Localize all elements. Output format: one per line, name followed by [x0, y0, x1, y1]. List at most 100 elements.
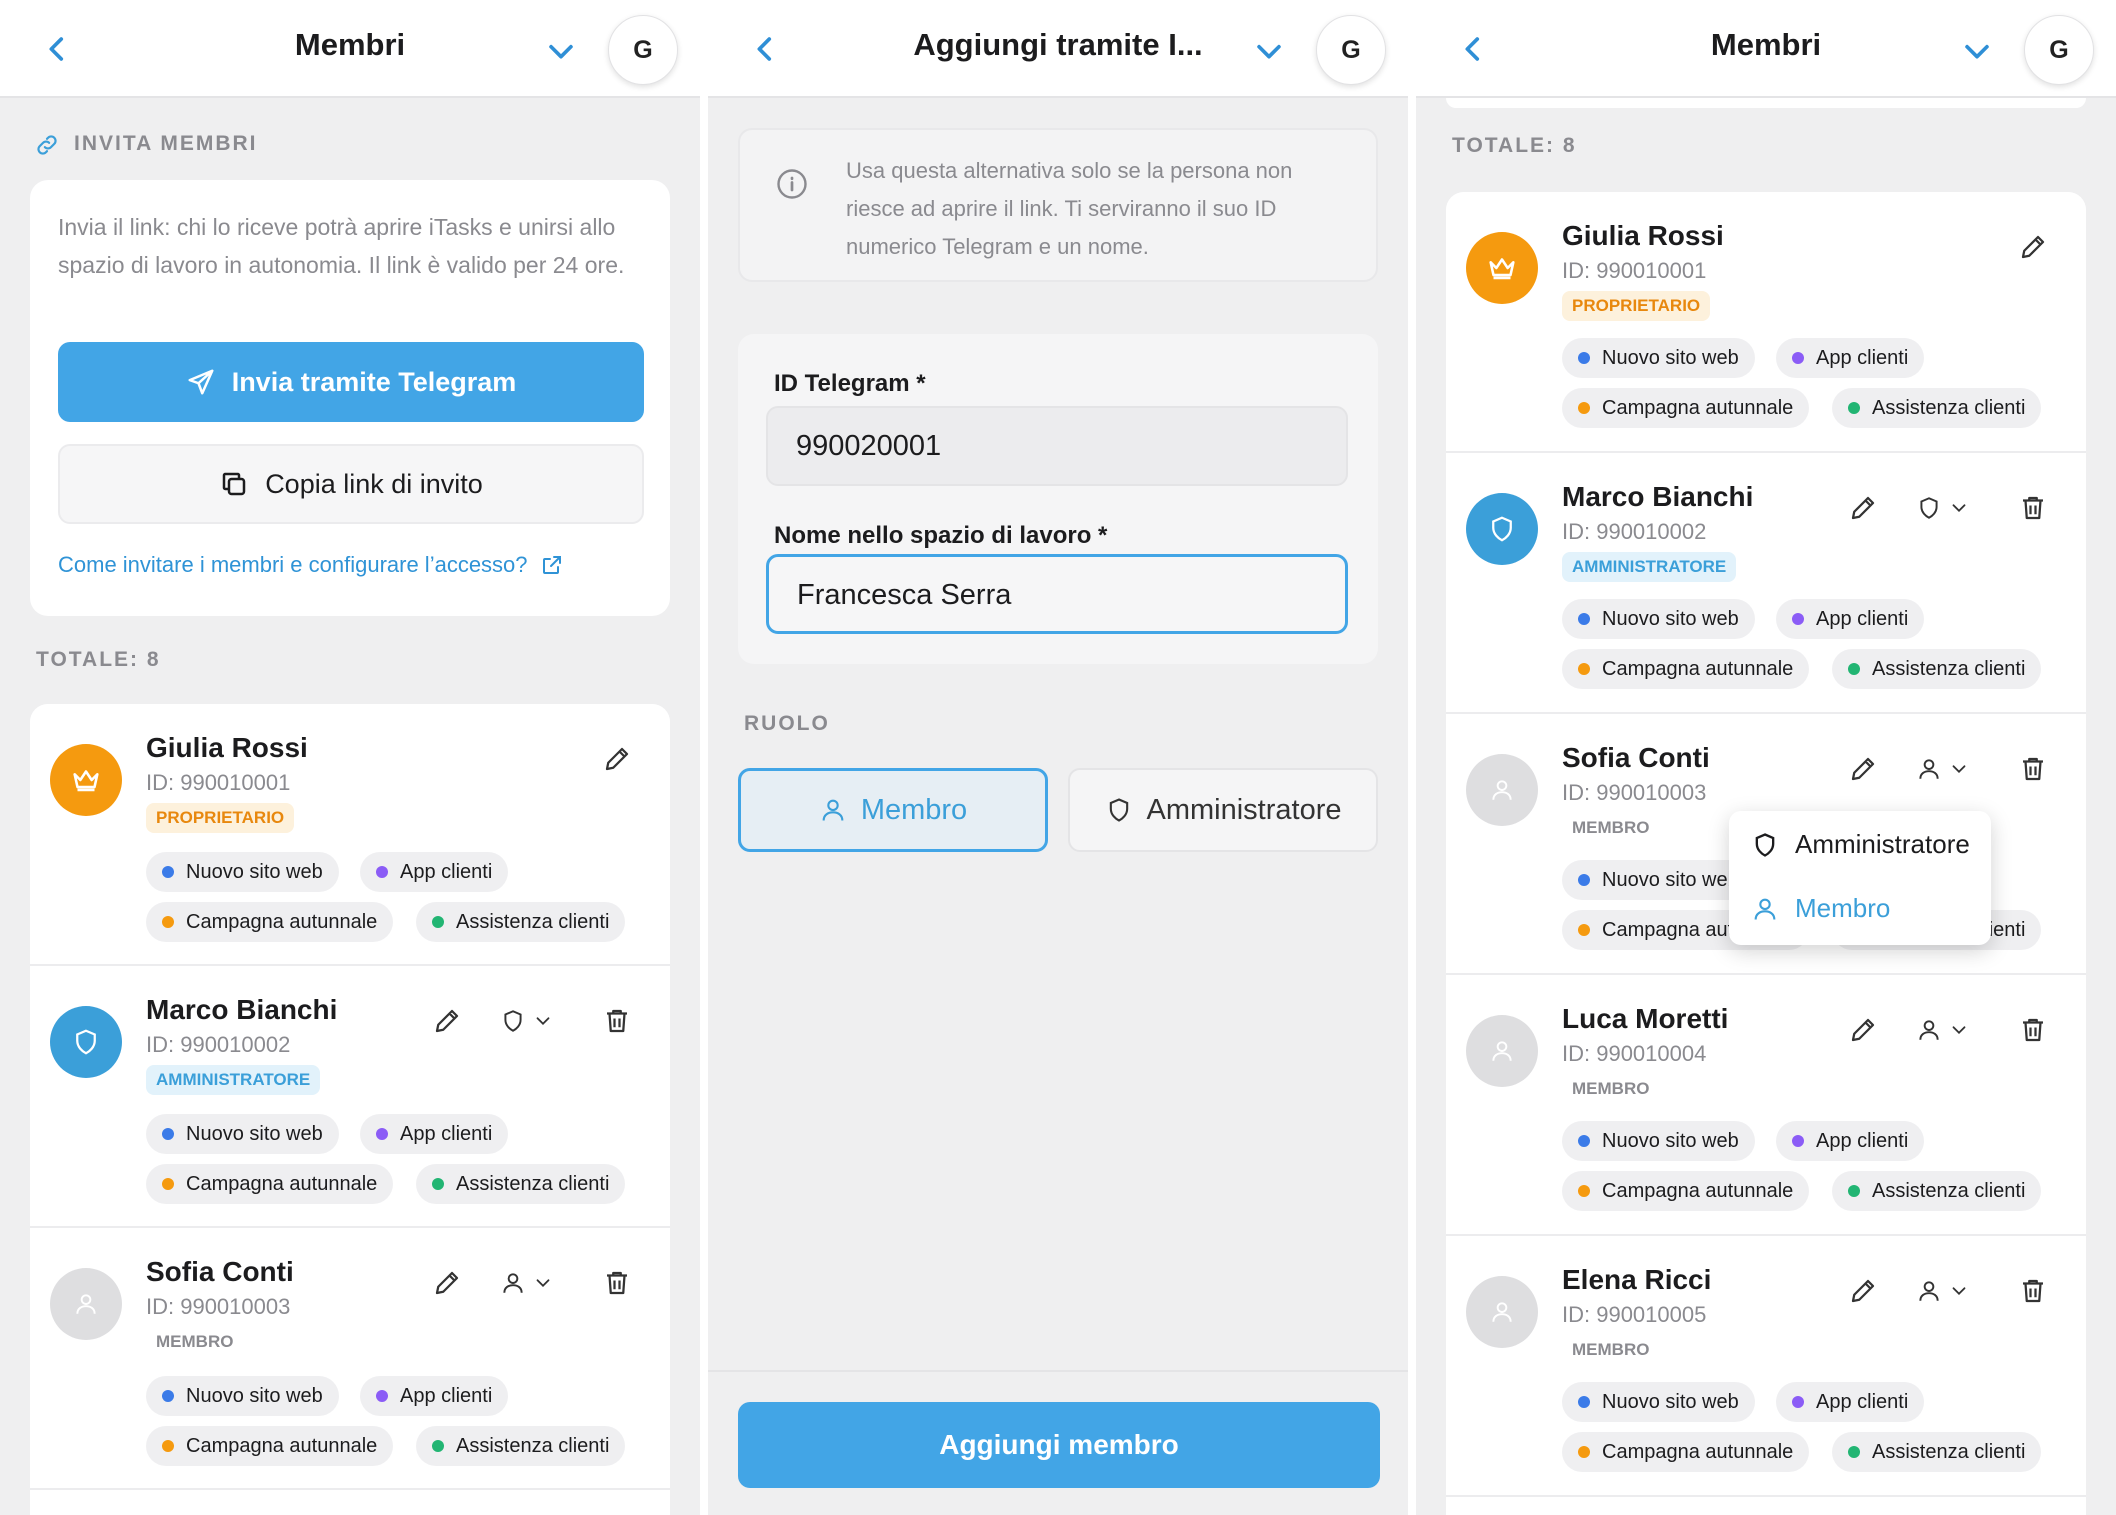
send-telegram-button[interactable]: Invia tramite Telegram: [58, 342, 644, 422]
project-name: App clienti: [400, 1123, 493, 1145]
chevron-down-icon[interactable]: [544, 34, 578, 68]
page-title: Membri: [1710, 27, 1822, 62]
dropdown-item-member-label: Membro: [1795, 893, 1891, 923]
invite-description: Invia il link: chi lo riceve potrà aprir…: [58, 214, 625, 278]
project-name: App clienti: [400, 861, 493, 883]
edit-button[interactable]: [1848, 493, 1878, 523]
project-name: App clienti: [1816, 1391, 1909, 1413]
role-selector[interactable]: [1916, 1017, 1970, 1043]
delete-button[interactable]: [2018, 493, 2048, 523]
copy-invite-link-label: Copia link di invito: [265, 468, 483, 499]
shield-icon: [1755, 832, 1775, 857]
pencil-icon: [605, 747, 629, 771]
user-icon: [1919, 1281, 1939, 1301]
link-icon: [37, 135, 57, 155]
pencil-icon: [435, 1009, 459, 1033]
project-name: App clienti: [1816, 347, 1909, 369]
edit-button[interactable]: [1848, 754, 1878, 784]
role-section-label: RUOLO: [744, 712, 830, 735]
edit-button[interactable]: [432, 1006, 462, 1036]
dropdown-item-admin[interactable]: Amministratore: [1751, 829, 1970, 860]
role-member-option[interactable]: Membro: [738, 768, 1048, 852]
trash-icon: [2023, 1018, 2043, 1042]
edit-button[interactable]: [1848, 1015, 1878, 1045]
pencil-icon: [1851, 757, 1875, 781]
delete-button[interactable]: [2018, 1276, 2048, 1306]
member-id: ID: 990010003: [146, 1294, 291, 1319]
copy-icon: [222, 472, 246, 496]
user-avatar[interactable]: G: [608, 15, 678, 85]
edit-button[interactable]: [1848, 1276, 1878, 1306]
member-id: ID: 990010002: [1562, 519, 1707, 544]
role-badge: MEMBRO: [1572, 818, 1650, 837]
role-selector[interactable]: [1916, 495, 1970, 521]
project-chip: Assistenza clienti: [1832, 1432, 2042, 1472]
project-chip: Nuovo sito web: [1562, 1382, 1755, 1422]
role-admin-option[interactable]: Amministratore: [1068, 768, 1378, 852]
add-member-screen: Aggiungi tramite I... G Usa questa alter…: [708, 0, 1408, 1515]
help-link[interactable]: Come invitare i membri e configurare l’a…: [58, 552, 564, 578]
project-chip: Campagna autunnale: [146, 1426, 394, 1466]
role-badge: PROPRIETARIO: [1562, 291, 1711, 321]
delete-button[interactable]: [602, 1268, 632, 1298]
delete-button[interactable]: [2018, 1015, 2048, 1045]
trash-icon: [2023, 1279, 2043, 1303]
user-avatar[interactable]: G: [1316, 15, 1386, 85]
project-chip: App clienti: [1776, 599, 1925, 639]
user-avatar[interactable]: G: [2024, 15, 2094, 85]
edit-button[interactable]: [432, 1268, 462, 1298]
trash-icon: [2023, 496, 2043, 520]
project-chip: Campagna autunnale: [1562, 649, 1810, 689]
chevron-down-icon[interactable]: [1960, 34, 1994, 68]
user-icon: [1754, 898, 1776, 920]
project-name: Nuovo sito web: [186, 861, 323, 883]
workspace-name-field[interactable]: Francesca Serra: [766, 554, 1348, 634]
member-row: Elena Ricci ID: 990010005 MEMBRO Nuovo s…: [1446, 1236, 2086, 1497]
project-name: Campagna autunnale: [1602, 1441, 1794, 1463]
chevron-left-icon[interactable]: [40, 32, 74, 66]
role-selector[interactable]: [1916, 1278, 1970, 1304]
shield-icon: [76, 1029, 96, 1055]
crown-icon: [73, 770, 99, 792]
page-title: Membri: [294, 27, 406, 62]
member-name: Elena Ricci: [1562, 1264, 1712, 1295]
project-name: Nuovo sito web: [1602, 1130, 1739, 1152]
shield-icon: [1920, 497, 1938, 519]
chevron-down-icon[interactable]: [1252, 34, 1286, 68]
project-chip: App clienti: [360, 1114, 509, 1154]
project-name: Nuovo sito web: [1602, 608, 1739, 630]
member-name: Luca Moretti: [1562, 1003, 1729, 1034]
project-chip: Assistenza clienti: [416, 902, 626, 942]
chevron-left-icon[interactable]: [748, 32, 782, 66]
delete-button[interactable]: [2018, 754, 2048, 784]
project-chip: Campagna autunnale: [1562, 1171, 1810, 1211]
copy-invite-link-button[interactable]: Copia link di invito: [58, 444, 644, 524]
bottom-bar: Aggiungi membro: [708, 1370, 1408, 1515]
role-selector[interactable]: [1916, 756, 1970, 782]
edit-button[interactable]: [602, 744, 632, 774]
role-admin-label: Amministratore: [1146, 793, 1342, 826]
add-member-form: ID Telegram * 990020001 Nome nello spazi…: [738, 334, 1378, 664]
admin-avatar: [1466, 493, 1538, 565]
project-name: Assistenza clienti: [1872, 1180, 2026, 1202]
role-selector[interactable]: [500, 1270, 554, 1296]
project-chip: App clienti: [1776, 1382, 1925, 1422]
project-chip: Nuovo sito web: [1562, 599, 1755, 639]
info-box: Usa questa alternativa solo se la person…: [738, 128, 1378, 282]
delete-button[interactable]: [602, 1006, 632, 1036]
member-row: Luca Moretti ID: 990010004 MEMBRO Nuovo …: [1446, 975, 2086, 1236]
role-badge: AMMINISTRATORE: [146, 1065, 321, 1095]
project-chip: App clienti: [1776, 338, 1925, 378]
telegram-id-field[interactable]: 990020001: [766, 406, 1348, 486]
role-selector[interactable]: [500, 1008, 554, 1034]
crown-icon: [1489, 258, 1515, 280]
project-chip: App clienti: [360, 1376, 509, 1416]
dropdown-item-member[interactable]: Membro: [1751, 893, 1890, 924]
member-name: Sofia Conti: [1562, 742, 1710, 773]
send-telegram-label: Invia tramite Telegram: [231, 366, 517, 397]
chevron-left-icon[interactable]: [1456, 32, 1490, 66]
edit-button[interactable]: [2018, 232, 2048, 262]
user-icon: [1492, 1041, 1512, 1061]
shield-icon: [1109, 798, 1128, 822]
add-member-button[interactable]: Aggiungi membro: [738, 1402, 1380, 1488]
